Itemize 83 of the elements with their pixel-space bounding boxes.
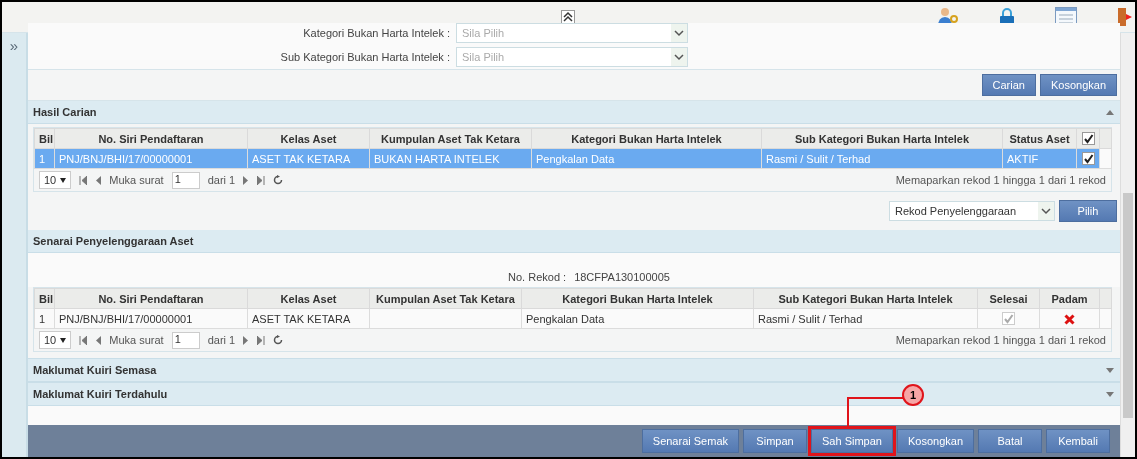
- record-type-dropdown[interactable]: Rekod Penyelenggaraan: [889, 201, 1055, 221]
- refresh-icon[interactable]: [273, 175, 284, 185]
- field-label: Sub Kategori Bukan Harta Intelek :: [279, 50, 451, 65]
- previous-page-icon[interactable]: [95, 175, 102, 185]
- table-row[interactable]: 1 PNJ/BNJ/BHI/17/00000001 ASET TAK KETARA BUKAN HARTA INTELEK Pengkalan Data Rasmi / Sulit / Terhad AKTIF: [34, 148, 1112, 169]
- next-page-icon[interactable]: [243, 175, 250, 185]
- panel-title: Maklumat Kuiri Semasa: [33, 364, 157, 376]
- last-page-icon[interactable]: [257, 175, 266, 185]
- delete-icon[interactable]: [1064, 313, 1075, 325]
- first-page-icon[interactable]: [79, 335, 88, 345]
- next-page-icon[interactable]: [243, 335, 250, 345]
- chevron-down-icon[interactable]: [671, 48, 687, 66]
- dropdown-field[interactable]: Sila Pilih: [456, 47, 688, 67]
- table-cell: Rasmi / Sulit / Terhad: [761, 148, 1003, 169]
- table-cell: 1: [34, 308, 55, 329]
- scrollbar[interactable]: [1120, 33, 1135, 457]
- page-label: Muka surat: [109, 174, 164, 186]
- table-cell: Pengkalan Data: [521, 308, 754, 329]
- panel-title: Hasil Carian: [33, 106, 97, 118]
- panel-title: Senarai Penyelenggaraan Aset: [33, 235, 194, 247]
- previous-page-icon[interactable]: [95, 335, 102, 345]
- column-header: Kelas Aset: [247, 128, 370, 149]
- column-header: Sub Kategori Bukan Harta Intelek: [761, 128, 1003, 149]
- checkbox[interactable]: [1081, 152, 1095, 166]
- collapse-icon[interactable]: [560, 10, 575, 24]
- table-cell: ASET TAK KETARA: [247, 148, 370, 169]
- column-header: Kumpulan Aset Tak Ketara: [369, 128, 532, 149]
- exit-door-icon[interactable]: [1117, 7, 1133, 27]
- record-label: No. Rekod :: [508, 271, 567, 283]
- column-header: Bil: [34, 288, 55, 309]
- checkbox[interactable]: [1002, 312, 1015, 326]
- column-header: Kelas Aset: [247, 288, 370, 309]
- action-button[interactable]: Batal: [978, 429, 1042, 453]
- column-header: No. Siri Pendaftaran: [54, 128, 248, 149]
- action-button[interactable]: Simpan: [743, 429, 807, 453]
- page-field[interactable]: 1: [171, 331, 200, 349]
- action-button[interactable]: Senarai Semak: [641, 429, 739, 453]
- panel-title: Maklumat Kuiri Terdahulu: [33, 388, 168, 400]
- column-header: Bil: [34, 128, 55, 149]
- table-cell: BUKAN HARTA INTELEK: [369, 148, 532, 169]
- action-button[interactable]: Sah Simpan: [811, 429, 893, 453]
- record-number: 18CFPA130100005: [574, 271, 670, 283]
- action-button[interactable]: Kembali: [1046, 429, 1110, 453]
- field-label: Kategori Bukan Harta Intelek :: [302, 26, 451, 41]
- select-button[interactable]: Pilih: [1059, 200, 1117, 222]
- page-size-select[interactable]: 10: [39, 171, 72, 189]
- column-header: Kumpulan Aset Tak Ketara: [369, 288, 522, 309]
- page-count: dari 1: [207, 334, 236, 346]
- page-field[interactable]: 1: [171, 171, 200, 189]
- column-header: Padam: [1039, 288, 1100, 309]
- column-header: Kategori Bukan Harta Intelek: [531, 128, 762, 149]
- expand-icon[interactable]: [1106, 367, 1114, 373]
- table-cell: Rasmi / Sulit / Terhad: [753, 308, 978, 329]
- column-header: Sub Kategori Bukan Harta Intelek: [753, 288, 978, 309]
- action-button[interactable]: Kosongkan: [896, 429, 974, 453]
- caret-icon: [60, 337, 67, 343]
- chevron-down-icon[interactable]: [1038, 202, 1054, 220]
- checkbox[interactable]: [1081, 132, 1095, 146]
- table-cell: ASET TAK KETARA: [247, 308, 370, 329]
- refresh-icon[interactable]: [273, 335, 284, 345]
- table-cell: PNJ/BNJ/BHI/17/00000001: [54, 308, 248, 329]
- dropdown-field[interactable]: Sila Pilih: [456, 23, 688, 43]
- table-cell: PNJ/BNJ/BHI/17/00000001: [54, 148, 248, 169]
- table-cell: 1: [34, 148, 55, 169]
- record-summary: Memaparkan rekod 1 hingga 1 dari 1 rekod: [895, 334, 1106, 346]
- first-page-icon[interactable]: [79, 175, 88, 185]
- column-header: Kategori Bukan Harta Intelek: [521, 288, 754, 309]
- table-cell: AKTIF: [1002, 148, 1077, 169]
- expand-icon[interactable]: [1106, 391, 1114, 397]
- page-label: Muka surat: [109, 334, 164, 346]
- page-count: dari 1: [207, 174, 236, 186]
- column-header: No. Siri Pendaftaran: [54, 288, 248, 309]
- record-summary: Memaparkan rekod 1 hingga 1 dari 1 rekod: [895, 174, 1106, 186]
- column-header: Status Aset: [1002, 128, 1077, 149]
- page-size-select[interactable]: 10: [39, 331, 72, 349]
- chevron-down-icon[interactable]: [671, 24, 687, 42]
- search-button[interactable]: Carian: [981, 74, 1036, 96]
- sidebar-toggle[interactable]: »: [9, 37, 19, 55]
- caret-icon: [60, 177, 67, 183]
- table-cell: Pengkalan Data: [531, 148, 762, 169]
- column-header: Selesai: [977, 288, 1040, 309]
- clear-button[interactable]: Kosongkan: [1039, 74, 1117, 96]
- last-page-icon[interactable]: [257, 335, 266, 345]
